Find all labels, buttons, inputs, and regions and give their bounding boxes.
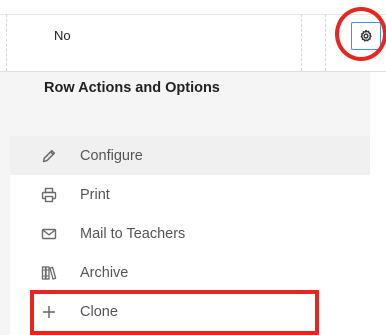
menu-item-label: Archive <box>80 264 129 281</box>
column-separator <box>301 14 302 71</box>
archive-books-icon <box>40 264 58 282</box>
column-separator <box>6 14 7 71</box>
gear-icon <box>360 29 372 42</box>
row-settings-button[interactable] <box>351 22 381 50</box>
menu-list: Configure Print Mail to Teachers Archive… <box>10 136 370 335</box>
cell-value: No <box>54 28 71 43</box>
row-top-divider <box>0 14 386 15</box>
table-row: No <box>0 0 386 72</box>
menu-item-label: Print <box>80 186 110 203</box>
menu-item-label: Configure <box>80 147 143 164</box>
column-separator <box>325 14 326 71</box>
printer-icon <box>40 186 58 204</box>
menu-item-print[interactable]: Print <box>10 175 370 214</box>
pencil-icon <box>40 147 58 165</box>
menu-item-label: Mail to Teachers <box>80 225 186 242</box>
menu-item-label: Clone <box>80 303 118 320</box>
row-actions-dropdown: Row Actions and Options Configure Print <box>0 72 370 335</box>
menu-item-mail-to-teachers[interactable]: Mail to Teachers <box>10 214 370 253</box>
menu-item-clone[interactable]: Clone <box>10 292 370 331</box>
plus-icon <box>40 303 58 321</box>
menu-item-configure[interactable]: Configure <box>10 136 370 175</box>
dropdown-title: Row Actions and Options <box>44 80 220 96</box>
envelope-icon <box>40 225 58 243</box>
menu-item-archive[interactable]: Archive <box>10 253 370 292</box>
